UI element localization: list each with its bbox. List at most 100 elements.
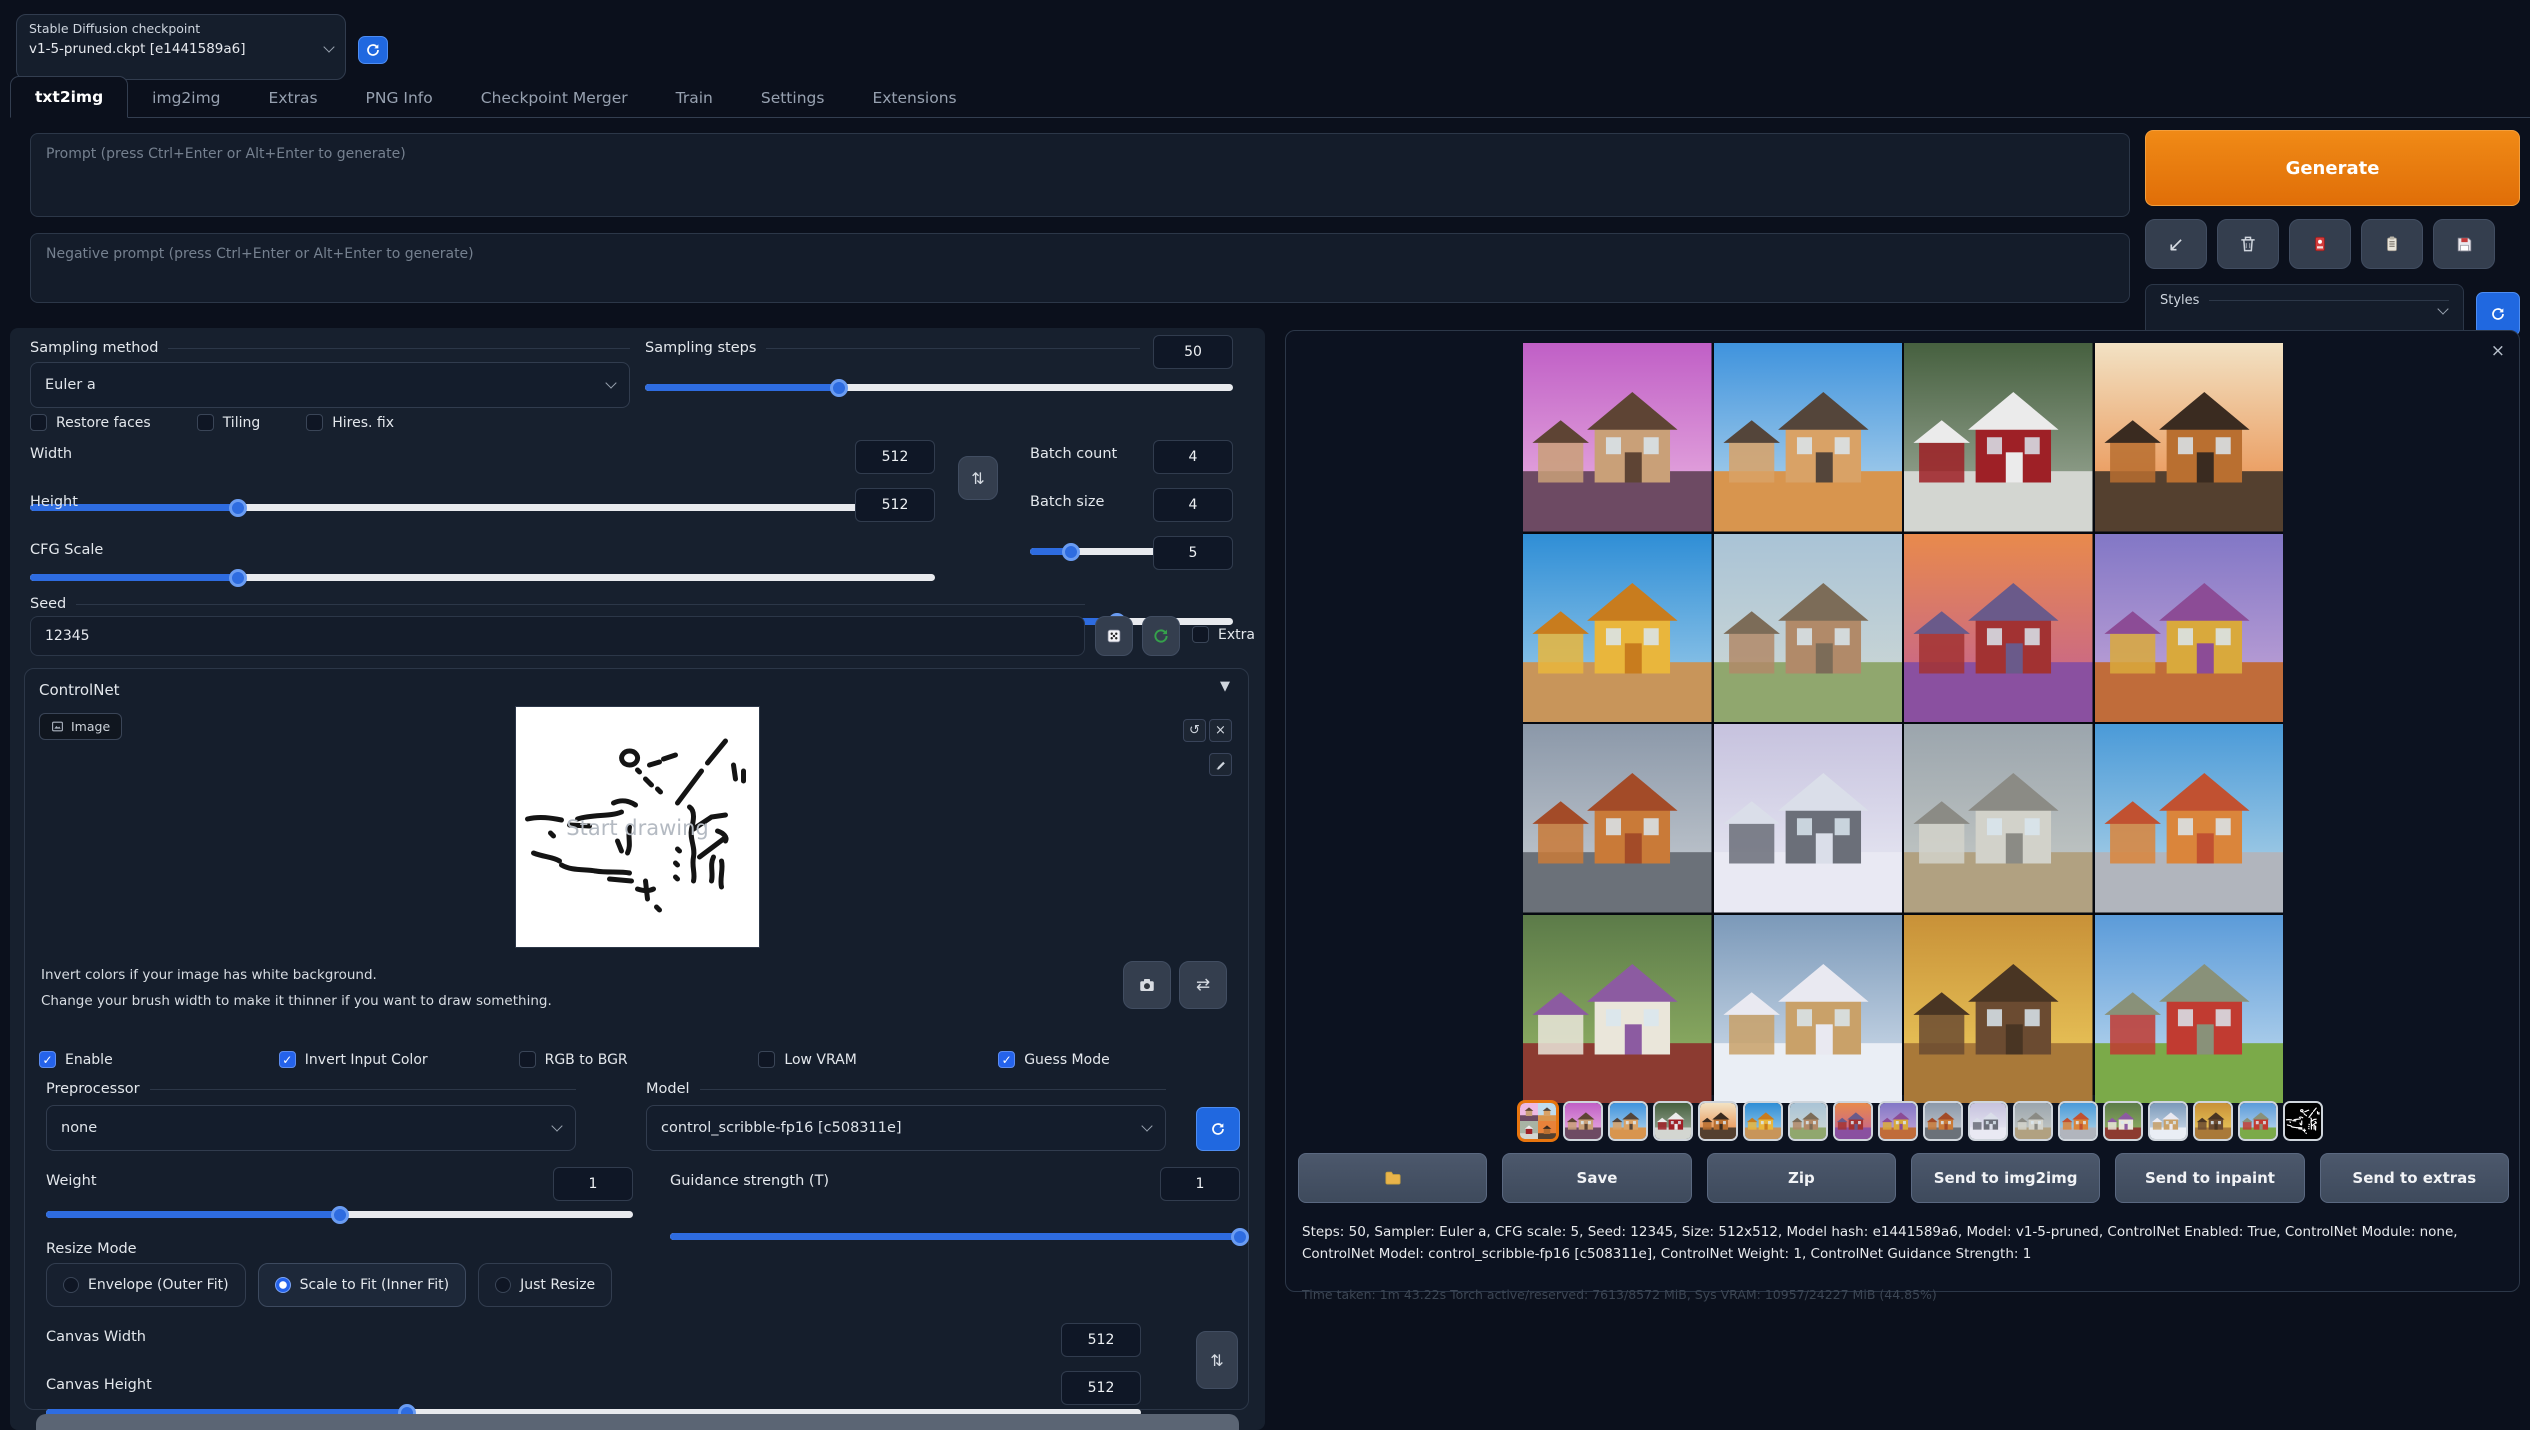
seed-extra-checkbox[interactable]: Extra: [1192, 626, 1255, 643]
cfg-scale-value[interactable]: 5: [1153, 536, 1233, 570]
send-to-inpaint-button[interactable]: Send to inpaint: [2115, 1153, 2304, 1203]
webcam-button[interactable]: [1123, 961, 1171, 1009]
resize-option-scale-to-fit-inner-fit-[interactable]: Scale to Fit (Inner Fit): [258, 1263, 467, 1307]
tab-PNG Info[interactable]: PNG Info: [342, 78, 457, 118]
thumbnail-image[interactable]: [2013, 1101, 2053, 1141]
controlnet-option-rgb-to-bgr[interactable]: RGB to BGR: [519, 1051, 759, 1068]
gallery-image[interactable]: [2095, 534, 2284, 723]
prompt-input[interactable]: [30, 133, 2130, 217]
controlnet-option-guess-mode[interactable]: ✓Guess Mode: [998, 1051, 1238, 1068]
zip-button[interactable]: Zip: [1707, 1153, 1896, 1203]
controlnet-canvas[interactable]: Start drawing: [516, 707, 759, 947]
undo-icon[interactable]: ↺: [1183, 719, 1206, 742]
height-value[interactable]: 512: [855, 488, 935, 522]
gallery-image[interactable]: [1904, 724, 2093, 913]
generate-button[interactable]: Generate: [2145, 130, 2520, 206]
thumbnail-image[interactable]: [1698, 1101, 1738, 1141]
swap-dimensions-button[interactable]: ⇅: [958, 456, 998, 500]
weight-slider[interactable]: [46, 1203, 633, 1225]
batch-count-value[interactable]: 4: [1153, 440, 1233, 474]
gallery-image[interactable]: [2095, 343, 2284, 532]
gallery-image[interactable]: [1714, 534, 1903, 723]
gallery-image[interactable]: [1904, 915, 2093, 1104]
checkpoint-dropdown[interactable]: v1-5-pruned.ckpt [e1441589a6]: [29, 41, 333, 57]
gallery-image[interactable]: [2095, 915, 2284, 1104]
tab-Extensions[interactable]: Extensions: [848, 78, 980, 118]
controlnet-image-tab[interactable]: Image: [39, 713, 122, 740]
option-restore-faces[interactable]: Restore faces: [30, 414, 151, 431]
thumbnail-image[interactable]: [1608, 1101, 1648, 1141]
thumbnail-image[interactable]: [2238, 1101, 2278, 1141]
gallery-image[interactable]: [1523, 724, 1712, 913]
tab-Settings[interactable]: Settings: [737, 78, 849, 118]
thumbnail-image[interactable]: [1968, 1101, 2008, 1141]
resize-option-just-resize[interactable]: Just Resize: [478, 1263, 612, 1307]
sampling-steps-value[interactable]: 50: [1153, 335, 1233, 369]
tab-Extras[interactable]: Extras: [245, 78, 342, 118]
checkpoint-refresh-button[interactable]: [358, 36, 388, 64]
thumbnail-image[interactable]: [2058, 1101, 2098, 1141]
arrow-down-left-button[interactable]: ↙: [2145, 219, 2207, 269]
model-refresh-button[interactable]: [1196, 1107, 1240, 1151]
gallery-image[interactable]: [1523, 343, 1712, 532]
clear-canvas-icon[interactable]: ×: [1209, 719, 1232, 742]
floppy-button[interactable]: [2433, 219, 2495, 269]
send-to-img2img-button[interactable]: Send to img2img: [1911, 1153, 2100, 1203]
thumbnail-image[interactable]: [1833, 1101, 1873, 1141]
send-to-extras-button[interactable]: Send to extras: [2320, 1153, 2509, 1203]
gallery-image[interactable]: [1714, 915, 1903, 1104]
thumbnail-image[interactable]: [1653, 1101, 1693, 1141]
open-folder-button[interactable]: [1298, 1153, 1487, 1203]
thumbnail-image[interactable]: [1878, 1101, 1918, 1141]
thumbnail-image[interactable]: [2148, 1101, 2188, 1141]
tab-txt2img[interactable]: txt2img: [10, 76, 128, 118]
save-button[interactable]: Save: [1502, 1153, 1691, 1203]
sampling-method-dropdown[interactable]: Euler a: [30, 362, 630, 408]
random-seed-button[interactable]: [1095, 616, 1133, 656]
gallery-image[interactable]: [2095, 724, 2284, 913]
swap-canvas-dimensions-button[interactable]: ⇅: [1196, 1331, 1238, 1389]
guidance-value[interactable]: 1: [1160, 1167, 1240, 1201]
width-slider[interactable]: [30, 496, 935, 518]
canvas-height-value[interactable]: 512: [1061, 1371, 1141, 1405]
thumbnail-image[interactable]: [1788, 1101, 1828, 1141]
clipboard-button[interactable]: [2361, 219, 2423, 269]
option-tiling[interactable]: Tiling: [197, 414, 261, 431]
trash-button[interactable]: [2217, 219, 2279, 269]
controlnet-model-dropdown[interactable]: control_scribble-fp16 [c508311e]: [646, 1105, 1166, 1151]
height-slider[interactable]: [30, 566, 935, 588]
card-button[interactable]: [2289, 219, 2351, 269]
brush-icon[interactable]: [1209, 753, 1232, 776]
controlnet-option-enable[interactable]: ✓Enable: [39, 1051, 279, 1068]
thumbnail-grid[interactable]: [1518, 1101, 1558, 1141]
thumbnail-image[interactable]: [1923, 1101, 1963, 1141]
reuse-seed-button[interactable]: [1142, 616, 1180, 656]
collapse-triangle-icon[interactable]: ▼: [1220, 679, 1230, 694]
weight-value[interactable]: 1: [553, 1167, 633, 1201]
width-value[interactable]: 512: [855, 440, 935, 474]
thumbnail-image[interactable]: [2103, 1101, 2143, 1141]
tab-img2img[interactable]: img2img: [128, 78, 244, 118]
preprocessor-dropdown[interactable]: none: [46, 1105, 576, 1151]
thumbnail-image[interactable]: [1743, 1101, 1783, 1141]
seed-input[interactable]: [30, 616, 1085, 656]
controlnet-option-invert-input-color[interactable]: ✓Invert Input Color: [279, 1051, 519, 1068]
controlnet-option-low-vram[interactable]: Low VRAM: [758, 1051, 998, 1068]
thumbnail-scribble-input[interactable]: [2283, 1101, 2323, 1141]
guidance-slider[interactable]: [670, 1225, 1240, 1247]
script-section-collapsed[interactable]: [36, 1414, 1239, 1430]
option-hires-fix[interactable]: Hires. fix: [306, 414, 394, 431]
close-icon[interactable]: ×: [2491, 341, 2505, 361]
gallery-image[interactable]: [1523, 915, 1712, 1104]
gallery-image[interactable]: [1714, 343, 1903, 532]
canvas-width-value[interactable]: 512: [1061, 1323, 1141, 1357]
gallery-image[interactable]: [1523, 534, 1712, 723]
resize-option-envelope-outer-fit-[interactable]: Envelope (Outer Fit): [46, 1263, 246, 1307]
batch-size-value[interactable]: 4: [1153, 488, 1233, 522]
thumbnail-image[interactable]: [1563, 1101, 1603, 1141]
mirror-webcam-button[interactable]: ⇄: [1179, 961, 1227, 1009]
negative-prompt-input[interactable]: [30, 233, 2130, 303]
tab-Checkpoint Merger[interactable]: Checkpoint Merger: [457, 78, 652, 118]
gallery-image[interactable]: [1904, 534, 2093, 723]
gallery-image[interactable]: [1714, 724, 1903, 913]
